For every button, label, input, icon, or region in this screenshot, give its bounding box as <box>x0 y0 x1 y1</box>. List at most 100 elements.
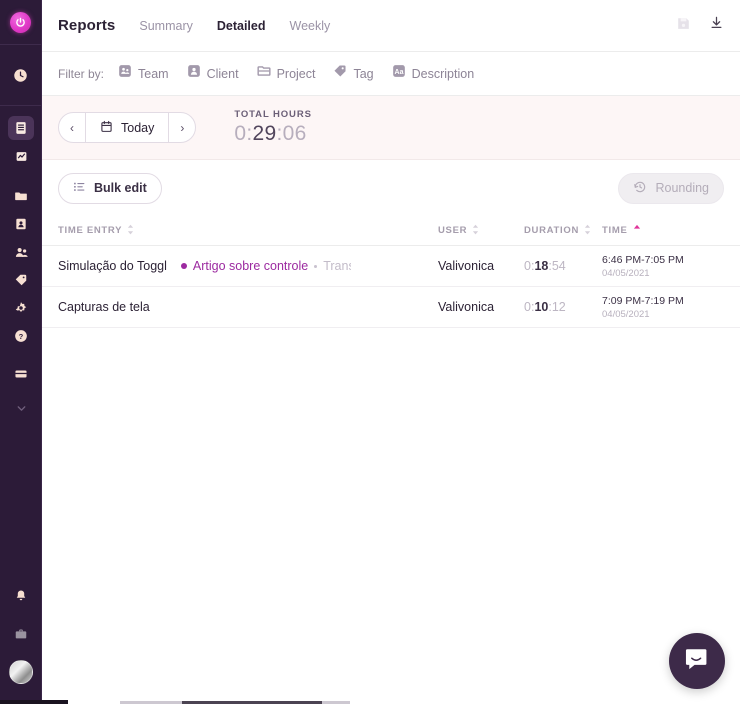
tab-weekly[interactable]: Weekly <box>290 19 331 33</box>
project-filter-icon <box>257 64 271 83</box>
bell-icon <box>8 584 34 608</box>
next-day-button[interactable]: › <box>169 113 195 142</box>
gear-icon <box>8 296 34 320</box>
total-hours-prefix: 0: <box>234 122 253 145</box>
entry-date: 04/05/2021 <box>602 267 650 279</box>
project-color-dot <box>180 263 187 269</box>
client-card-icon <box>8 212 34 236</box>
entry-cell: Simulação do Toggl Artigo sobre controle… <box>58 259 438 273</box>
intercom-chat-button[interactable] <box>669 633 725 689</box>
card-icon <box>8 362 34 386</box>
header-actions <box>676 15 724 36</box>
sidebar-item-team[interactable] <box>0 238 42 266</box>
tag-icon <box>8 268 34 292</box>
sidebar-item-help[interactable]: ? <box>0 322 42 350</box>
column-header-time[interactable]: TIME <box>602 224 712 238</box>
filter-description-label: Description <box>411 66 475 81</box>
bulk-edit-button[interactable]: Bulk edit <box>58 172 162 204</box>
power-icon <box>10 11 31 33</box>
tab-detailed[interactable]: Detailed <box>217 19 266 33</box>
filter-description[interactable]: Aa Description <box>392 64 475 83</box>
entry-time-range: 6:46 PM-7:05 PM <box>602 253 684 266</box>
sidebar-logo[interactable] <box>0 0 41 44</box>
entry-duration-minutes: 10 <box>534 300 549 314</box>
sidebar-item-timer[interactable] <box>0 45 41 105</box>
sidebar-item-settings[interactable] <box>0 294 42 322</box>
sort-icon-duration <box>584 224 591 238</box>
total-hours-seconds: :06 <box>276 122 307 145</box>
team-people-icon <box>8 240 34 264</box>
filter-project[interactable]: Project <box>257 64 316 83</box>
sidebar-item-projects[interactable] <box>0 182 42 210</box>
entry-duration[interactable]: 0:10:12 <box>524 300 602 314</box>
svg-text:Aa: Aa <box>394 69 403 76</box>
sidebar-item-reports[interactable] <box>0 114 42 142</box>
floppy-disk-icon[interactable] <box>676 16 691 36</box>
sidebar-item-notifications[interactable] <box>0 582 42 610</box>
sort-icon-user <box>472 224 479 238</box>
sidebar-item-tags[interactable] <box>0 266 42 294</box>
briefcase-icon <box>8 622 34 646</box>
prev-day-button[interactable]: ‹ <box>59 113 85 142</box>
filter-tag[interactable]: Tag <box>333 64 374 83</box>
sort-icon-time-active <box>633 224 641 238</box>
filter-team[interactable]: Team <box>118 64 169 83</box>
date-picker-label: Today <box>121 120 155 135</box>
tab-summary[interactable]: Summary <box>139 19 192 33</box>
entry-project-group[interactable]: Artigo sobre controle Trans <box>180 259 351 273</box>
sidebar-item-expand[interactable] <box>0 394 42 422</box>
entry-client-name: Trans <box>323 259 351 273</box>
sidebar: ? <box>0 0 42 704</box>
filter-client[interactable]: Client <box>187 64 239 83</box>
total-hours-label: TOTAL HOURS <box>234 109 312 120</box>
entry-description[interactable]: Capturas de tela <box>58 300 150 314</box>
table-row[interactable]: Simulação do Toggl Artigo sobre controle… <box>42 246 740 287</box>
total-hours-block: TOTAL HOURS 0:29:06 <box>234 109 311 146</box>
entry-time: 6:46 PM-7:05 PM 04/05/2021 <box>602 254 712 279</box>
chat-bubble-smile-icon <box>684 646 710 677</box>
team-filter-icon <box>118 64 132 83</box>
bottom-cutoff-strip <box>0 700 740 704</box>
chevron-down-icon <box>8 396 34 420</box>
main-content: Reports Summary Detailed Weekly Filter b… <box>42 0 740 704</box>
date-navigator: ‹ Today › <box>58 112 197 143</box>
app-header: Reports Summary Detailed Weekly <box>42 0 740 52</box>
entry-duration[interactable]: 0:18:54 <box>524 259 602 273</box>
tag-filter-icon <box>333 64 347 83</box>
separator-dot-icon <box>314 264 318 268</box>
column-header-time-label: TIME <box>602 225 628 236</box>
svg-text:?: ? <box>19 332 24 341</box>
sidebar-item-profile[interactable] <box>0 658 42 686</box>
filter-project-label: Project <box>276 66 316 81</box>
column-header-duration-label: DURATION <box>524 225 580 236</box>
sidebar-item-insights[interactable] <box>0 142 42 170</box>
sidebar-bottom-group <box>0 582 42 704</box>
sort-icon-time-entry <box>127 224 134 238</box>
column-header-duration[interactable]: DURATION <box>524 224 602 238</box>
rounding-button[interactable]: Rounding <box>618 172 724 204</box>
entry-cell: Capturas de tela <box>58 300 438 314</box>
chart-insights-icon <box>8 144 34 168</box>
column-header-time-entry-label: TIME ENTRY <box>58 225 123 236</box>
totals-band: ‹ Today › TOTAL HOURS 0:29:06 <box>42 96 740 160</box>
entry-description[interactable]: Simulação do Toggl <box>58 259 167 273</box>
actions-row: Bulk edit Rounding <box>42 160 740 216</box>
filter-tag-label: Tag <box>353 66 374 81</box>
date-picker-button[interactable]: Today <box>85 113 170 142</box>
folder-icon <box>8 184 34 208</box>
entry-duration-minutes: 18 <box>534 259 549 273</box>
page-title: Reports <box>58 17 116 34</box>
sidebar-item-subscription[interactable] <box>0 360 42 388</box>
download-arrow-icon[interactable] <box>709 15 724 36</box>
bottom-strip-dark <box>0 700 68 704</box>
sidebar-item-clients[interactable] <box>0 210 42 238</box>
total-hours-value: 0:29:06 <box>234 122 311 146</box>
filter-client-label: Client <box>206 66 239 81</box>
clock-icon <box>8 63 34 87</box>
column-header-user[interactable]: USER <box>438 224 524 238</box>
column-header-time-entry[interactable]: TIME ENTRY <box>58 224 438 238</box>
avatar <box>9 660 33 684</box>
table-row[interactable]: Capturas de tela Valivonica 0:10:12 7:09… <box>42 287 740 328</box>
sidebar-item-workspace[interactable] <box>0 620 42 648</box>
app-root: ? Reports Summary Detailed Weekly Filter… <box>0 0 740 704</box>
